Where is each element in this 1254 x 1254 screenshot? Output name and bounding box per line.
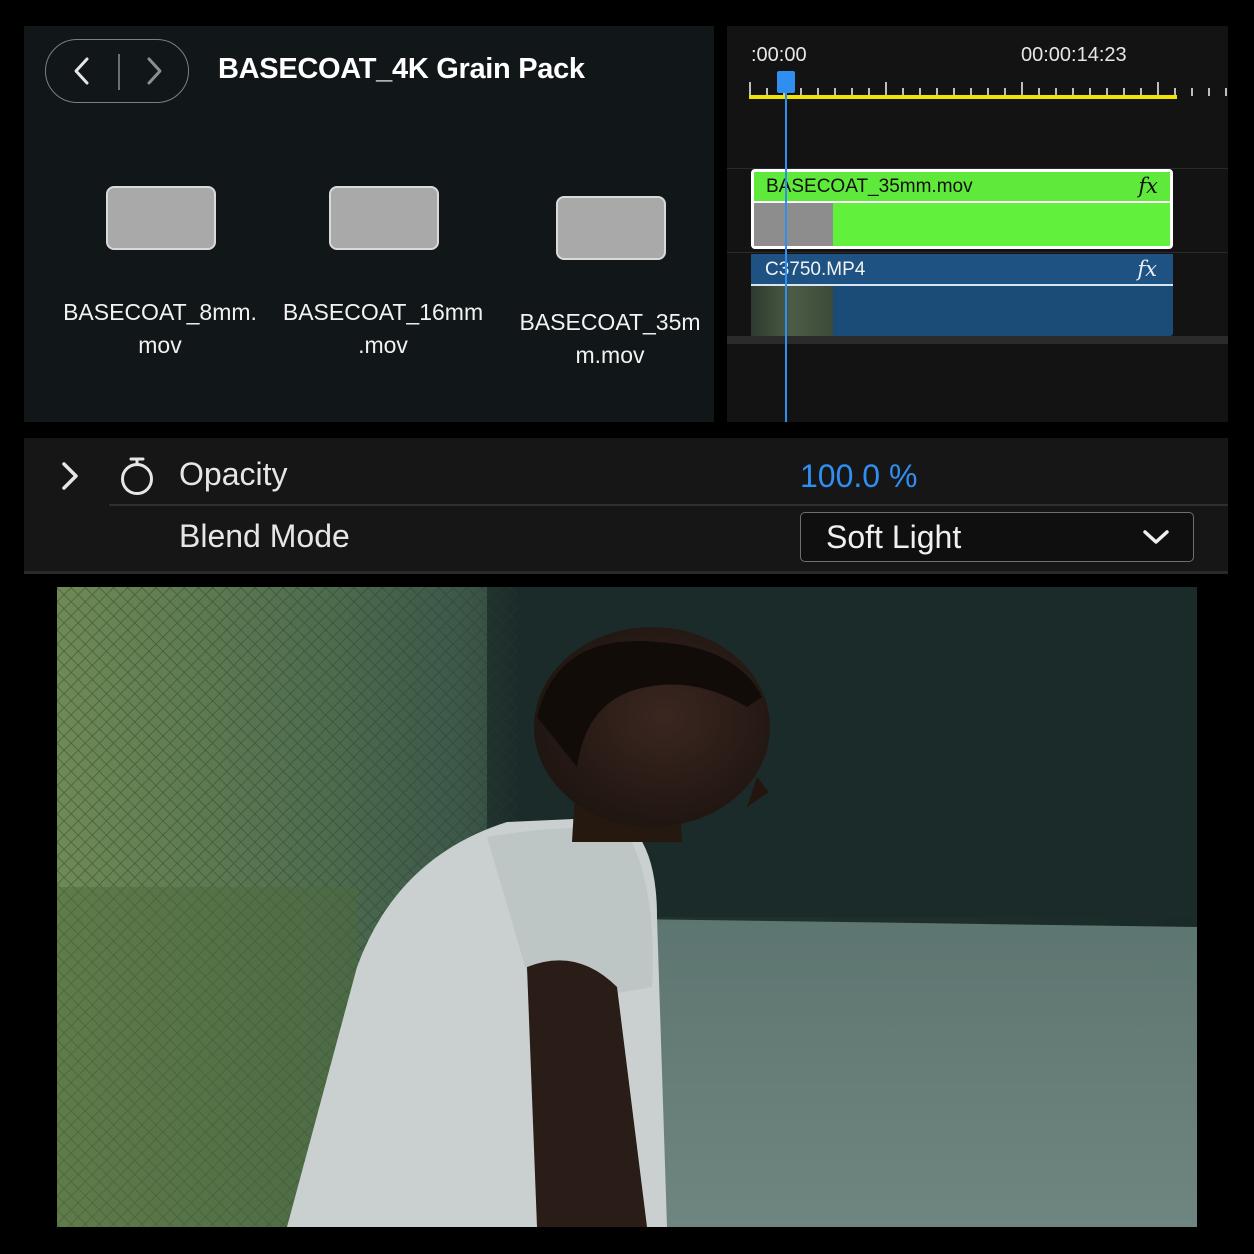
- clip-thumbnail: [751, 286, 833, 336]
- timeline-clip-grain[interactable]: BASECOAT_35mm.mov fx: [751, 169, 1173, 249]
- back-button[interactable]: [46, 40, 118, 102]
- blend-mode-select[interactable]: Soft Light: [800, 512, 1194, 562]
- blend-mode-label: Blend Mode: [179, 518, 350, 554]
- track-divider: [727, 252, 1228, 253]
- ruler-tick: [749, 82, 751, 96]
- opacity-value[interactable]: 100.0 %: [800, 458, 917, 495]
- fx-badge-icon[interactable]: fx: [1137, 257, 1157, 281]
- ruler-tick: [1225, 88, 1227, 96]
- timecode-start: :00:00: [751, 44, 807, 66]
- forward-button[interactable]: [118, 40, 190, 102]
- playhead-line: [785, 84, 787, 422]
- clip-name: BASECOAT_8mm. mov: [63, 299, 257, 358]
- time-ruler[interactable]: [749, 82, 1228, 96]
- program-monitor-preview: [57, 587, 1197, 1227]
- chevron-right-icon: [62, 462, 78, 490]
- clip-thumbnail[interactable]: [556, 196, 666, 260]
- bin-navigation: [45, 39, 189, 103]
- chevron-down-icon: [1143, 530, 1169, 544]
- timeline-clip-name: BASECOAT_35mm.mov: [766, 176, 973, 197]
- stopwatch-icon: [121, 457, 153, 495]
- clip-name: BASECOAT_16mm .mov: [282, 299, 484, 358]
- work-area-bar[interactable]: [749, 95, 1177, 99]
- clip-thumbnail: [754, 203, 833, 246]
- ruler-tick: [885, 82, 887, 96]
- clip-thumbnail[interactable]: [106, 186, 216, 250]
- clip-name: BASECOAT_35m m.mov: [519, 309, 701, 368]
- ruler-tick: [1208, 88, 1210, 96]
- timecode-current: 00:00:14:23: [1021, 44, 1127, 66]
- track-separator: [727, 336, 1228, 344]
- playhead-handle[interactable]: [777, 71, 795, 93]
- timeline-clip-footage[interactable]: C3750.MP4 fx: [751, 254, 1173, 336]
- blend-mode-value: Soft Light: [826, 519, 962, 555]
- ruler-tick: [1157, 82, 1159, 96]
- ruler-tick: [1021, 82, 1023, 96]
- project-bin-panel: BASECOAT_4K Grain Pack BASECOAT_8mm. mov…: [24, 26, 714, 422]
- ruler-tick: [1191, 88, 1193, 96]
- timeline-clip-name: C3750.MP4: [765, 259, 866, 280]
- panel-divider: [24, 571, 1228, 574]
- stopwatch-toggle[interactable]: [119, 455, 155, 497]
- fx-badge-icon[interactable]: fx: [1138, 174, 1158, 198]
- timeline-panel: :00:00 00:00:14:23 BASECOAT_35mm.mov fx …: [727, 26, 1228, 422]
- video-frame-image: [57, 587, 1197, 1227]
- row-divider: [109, 504, 1228, 506]
- expand-toggle[interactable]: [58, 458, 82, 494]
- clip-header: C3750.MP4 fx: [751, 254, 1173, 286]
- effect-controls-panel: Opacity 100.0 % Blend Mode Soft Light: [24, 438, 1228, 571]
- opacity-label: Opacity: [179, 456, 288, 492]
- clip-header: BASECOAT_35mm.mov fx: [754, 172, 1170, 203]
- chevron-right-icon: [147, 57, 162, 85]
- clip-thumbnail[interactable]: [329, 186, 439, 250]
- chevron-left-icon: [74, 57, 89, 85]
- bin-title: BASECOAT_4K Grain Pack: [218, 53, 585, 85]
